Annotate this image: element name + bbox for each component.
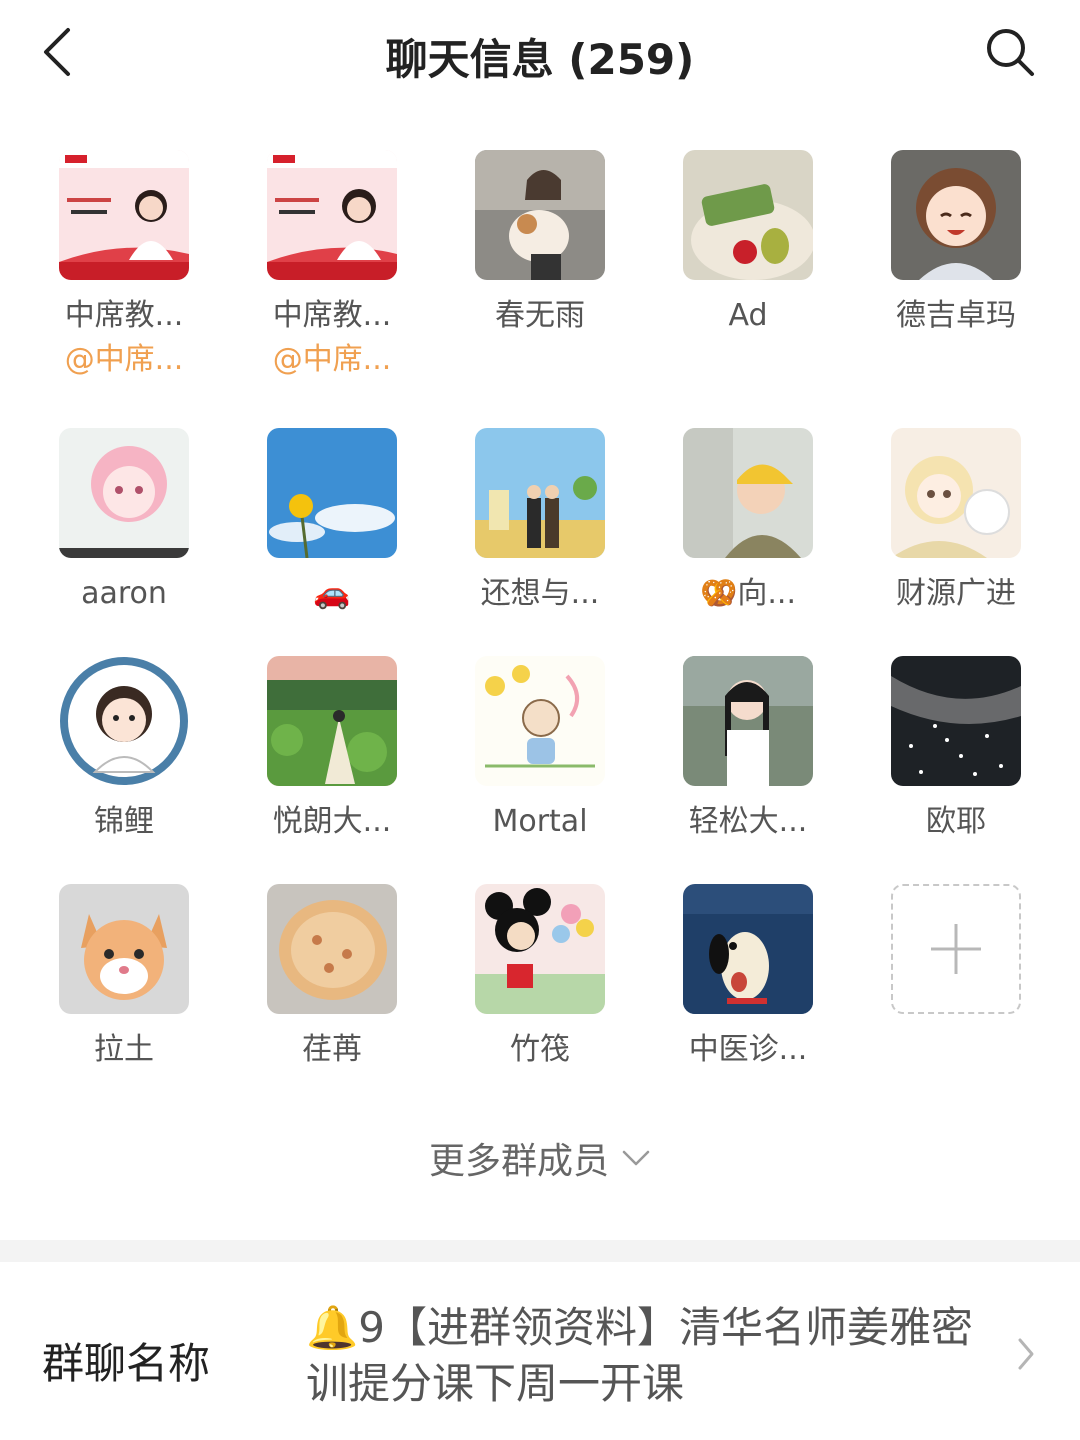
member-name: 拉土 [94, 1032, 154, 1067]
member-item[interactable]: 拉土 [24, 884, 224, 1070]
plus-icon [931, 924, 981, 974]
cartoon-dog-sea-avatar[interactable] [683, 884, 813, 1014]
member-name: 锦鲤 [94, 804, 154, 839]
member-name: 🥨向... [700, 576, 796, 611]
chevron-right-icon [1018, 1338, 1034, 1370]
anime-cat-girl-avatar[interactable] [891, 428, 1021, 558]
member-name: 荏苒 [302, 1032, 362, 1067]
member-name: 还想与... [480, 576, 600, 611]
group-name-value: 🔔9【进群领资料】清华名师姜雅密训提分课下周一开课 [306, 1303, 974, 1408]
teacher-poster-1-avatar[interactable] [59, 150, 189, 280]
member-item[interactable]: 悦朗大... [232, 656, 432, 842]
member-item[interactable]: 轻松大... [648, 656, 848, 842]
group-name-row[interactable]: 群聊名称 🔔9【进群领资料】清华名师姜雅密训提分课下周一开课 [0, 1262, 1080, 1440]
member-item[interactable]: 锦鲤 [24, 656, 224, 842]
member-name: aaron [81, 576, 167, 611]
member-item[interactable]: 竹筏 [440, 884, 640, 1070]
doctor-cartoon-avatar[interactable] [59, 656, 189, 786]
member-name: Ad [728, 298, 768, 333]
child-yellow-hat-avatar[interactable] [683, 428, 813, 558]
member-name: 中席教... [64, 298, 184, 333]
flower-kid-drawing-avatar[interactable] [475, 656, 605, 786]
member-mention: @中席... [272, 342, 392, 377]
member-name: 竹筏 [510, 1032, 570, 1067]
member-item[interactable]: Mortal [440, 656, 640, 842]
search-icon [987, 29, 1034, 76]
anime-girl-avatar[interactable] [891, 150, 1021, 280]
member-name: Mortal [492, 804, 588, 839]
member-item[interactable]: 春无雨 [440, 150, 640, 336]
member-item[interactable]: 中席教... @中席... [232, 150, 432, 380]
member-name: 轻松大... [688, 804, 808, 839]
member-name: 春无雨 [495, 298, 585, 333]
fruit-basket-avatar[interactable] [683, 150, 813, 280]
pink-anime-avatar[interactable] [59, 428, 189, 558]
member-item[interactable]: 中席教... @中席... [24, 150, 224, 380]
member-item[interactable]: Ad [648, 150, 848, 336]
girl-with-dog-avatar[interactable] [475, 150, 605, 280]
member-item[interactable]: 🚗 [232, 428, 432, 614]
page-title: 聊天信息 (259) [385, 35, 695, 84]
header-bar: 聊天信息 (259) [0, 0, 1080, 110]
member-item[interactable]: 德吉卓玛 [856, 150, 1056, 336]
group-name-label: 群聊名称 [42, 1339, 211, 1388]
member-item[interactable]: 中医诊... [648, 884, 848, 1070]
member-name: 悦朗大... [272, 804, 392, 839]
mickey-flowers-avatar[interactable] [475, 884, 605, 1014]
member-item[interactable]: 还想与... [440, 428, 640, 614]
blue-sky-avatar[interactable] [267, 428, 397, 558]
member-item[interactable]: aaron [24, 428, 224, 614]
more-members-label: 更多群成员 [428, 1141, 609, 1182]
member-name: 中医诊... [688, 1032, 808, 1067]
member-name: 🚗 [313, 576, 351, 611]
section-divider [0, 1240, 1080, 1262]
starry-night-avatar[interactable] [891, 656, 1021, 786]
member-name: 财源广进 [896, 576, 1016, 611]
search-button[interactable] [984, 26, 1036, 78]
couple-illustration-avatar[interactable] [475, 428, 605, 558]
member-item[interactable]: 欧耶 [856, 656, 1056, 842]
teacher-poster-2-avatar[interactable] [267, 150, 397, 280]
braided-girl-avatar[interactable] [683, 656, 813, 786]
member-item[interactable]: 财源广进 [856, 428, 1056, 614]
chevron-down-icon [622, 1150, 650, 1166]
chevron-left-icon [44, 28, 70, 76]
pizza-avatar[interactable] [267, 884, 397, 1014]
back-button[interactable] [36, 24, 86, 80]
member-name: 欧耶 [926, 804, 986, 839]
more-members-button[interactable]: 更多群成员 [429, 1132, 651, 1184]
member-item[interactable]: 🥨向... [648, 428, 848, 614]
member-mention: @中席... [64, 342, 184, 377]
orange-kitten-avatar[interactable] [59, 884, 189, 1014]
member-name: 中席教... [272, 298, 392, 333]
lotus-pond-avatar[interactable] [267, 656, 397, 786]
add-member-button[interactable] [891, 884, 1021, 1014]
member-name: 德吉卓玛 [896, 298, 1016, 333]
add-member-item[interactable] [856, 884, 1056, 1014]
member-item[interactable]: 荏苒 [232, 884, 432, 1070]
